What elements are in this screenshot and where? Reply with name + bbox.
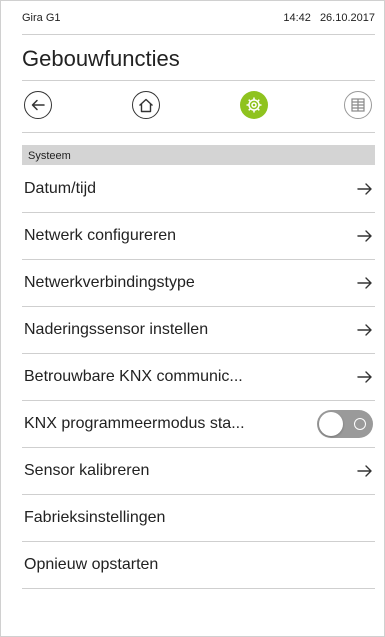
arrow-right-icon (357, 371, 372, 383)
settings-button[interactable] (240, 91, 268, 119)
grid-view-button[interactable] (344, 91, 372, 119)
list-item-label: Fabrieksinstellingen (24, 509, 166, 526)
list-item[interactable]: Netwerkverbindingstype (22, 260, 375, 307)
home-icon (139, 98, 153, 112)
list-item[interactable]: Opnieuw opstarten (22, 542, 375, 589)
list-item[interactable]: Naderingssensor instellen (22, 307, 375, 354)
section-header-systeem: Systeem (22, 145, 375, 165)
status-bar: Gira G1 14:42 26.10.2017 (22, 12, 375, 35)
list-item-label: Datum/tijd (24, 180, 97, 197)
page-title: Gebouwfuncties (22, 46, 180, 71)
list-item[interactable]: Sensor kalibreren (22, 448, 375, 495)
programming-mode-toggle[interactable] (317, 410, 373, 438)
device-name: Gira G1 (22, 12, 61, 24)
back-button[interactable] (24, 91, 52, 119)
settings-list: Datum/tijd Netwerk configureren Netwerkver… (22, 166, 375, 589)
list-item-label: Betrouwbare KNX communic... (24, 368, 243, 385)
nav-divider (22, 132, 375, 133)
back-arrow-icon (31, 99, 45, 111)
toggle-off-icon (354, 418, 366, 430)
list-item[interactable]: Betrouwbare KNX communic... (22, 354, 375, 401)
nav-bar (22, 87, 375, 127)
list-item[interactable]: Netwerk configureren (22, 213, 375, 260)
list-item[interactable]: Fabrieksinstellingen (22, 495, 375, 542)
status-time: 14:42 (283, 12, 311, 24)
arrow-right-icon (357, 277, 372, 289)
arrow-right-icon (357, 183, 372, 195)
grid-icon (351, 98, 365, 112)
title-divider (22, 80, 375, 81)
status-divider (22, 34, 375, 35)
list-item-label: Netwerkverbindingstype (24, 274, 195, 291)
settings-gear-icon (246, 97, 262, 113)
list-item-label: Sensor kalibreren (24, 462, 150, 479)
arrow-right-icon (357, 465, 372, 477)
list-item[interactable]: Datum/tijd (22, 166, 375, 213)
list-item[interactable]: KNX programmeermodus sta... (22, 401, 375, 448)
list-item-label: Naderingssensor instellen (24, 321, 209, 338)
list-item-label: Opnieuw opstarten (24, 556, 159, 573)
toggle-knob (319, 412, 343, 436)
arrow-right-icon (357, 230, 372, 242)
home-button[interactable] (132, 91, 160, 119)
arrow-right-icon (357, 324, 372, 336)
status-date: 26.10.2017 (319, 12, 375, 24)
list-item-label: Netwerk configureren (24, 227, 177, 244)
list-item-label: KNX programmeermodus sta... (24, 415, 245, 432)
